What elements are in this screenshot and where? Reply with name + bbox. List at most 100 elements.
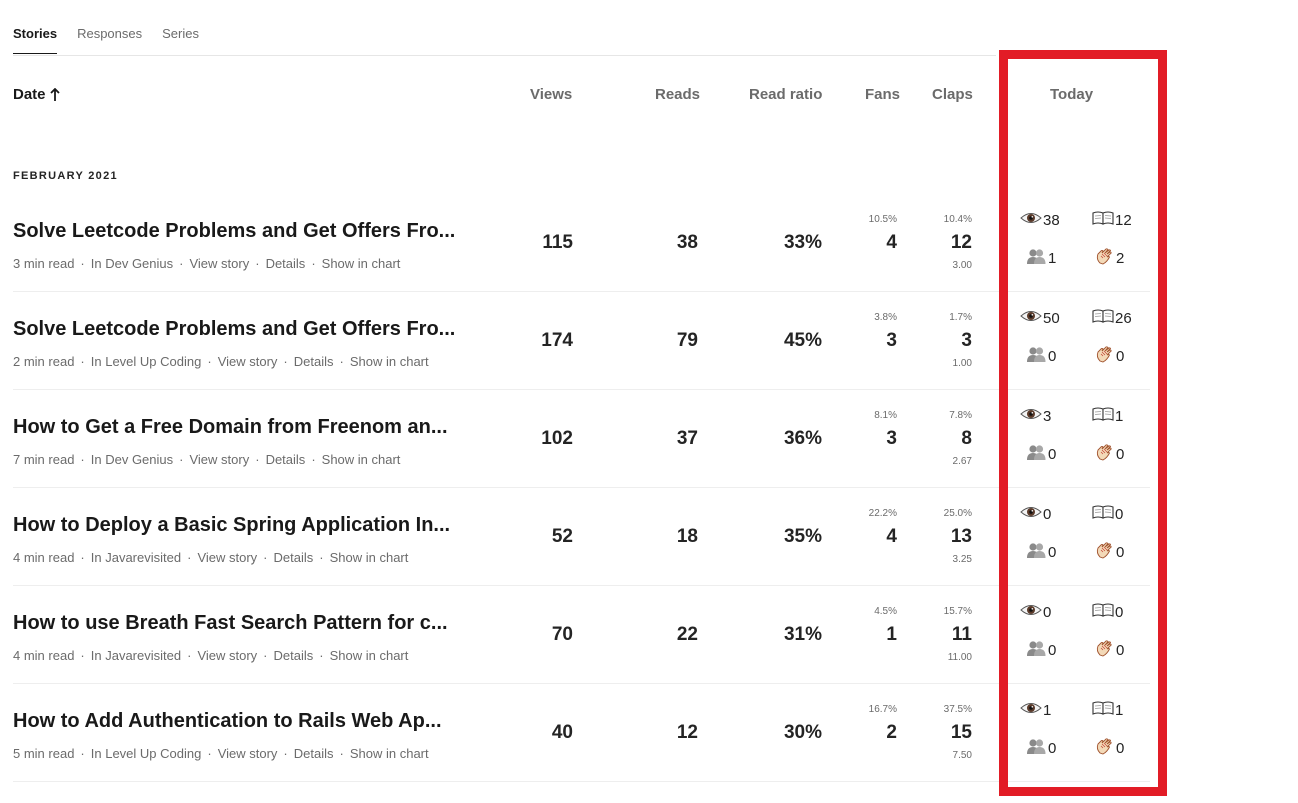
clap-icon [1095,639,1116,661]
publication-link[interactable]: In Javarevisited [91,550,181,565]
show-in-chart-link[interactable]: Show in chart [330,550,409,565]
show-in-chart-link[interactable]: Show in chart [330,648,409,663]
today-reads-value: 0 [1115,505,1124,523]
row-divider [13,781,1150,782]
views-value: 70 [551,624,573,645]
details-link[interactable]: Details [274,648,314,663]
story-title[interactable]: Solve Leetcode Problems and Get Offers F… [13,318,455,341]
book-icon [1092,701,1115,719]
claps-per-fan: 3.25 [952,554,972,565]
reads-value: 79 [676,330,698,351]
read-ratio-value: 30% [783,722,822,743]
view-story-link[interactable]: View story [189,452,249,467]
today-header: Today [1050,86,1094,103]
story-title[interactable]: How to use Breath Fast Search Pattern fo… [13,612,448,635]
views-header: Views [530,86,573,103]
read-time: 5 min read [13,746,75,761]
tab-stories[interactable]: Stories [13,26,58,54]
book-icon [1092,309,1115,327]
details-link[interactable]: Details [266,452,306,467]
today-claps-stat: 2 [1095,247,1124,269]
view-story-link[interactable]: View story [197,550,257,565]
read-time: 4 min read [13,648,75,663]
today-fans-value: 1 [1048,249,1057,267]
story-title[interactable]: How to Deploy a Basic Spring Application… [13,514,450,537]
show-in-chart-link[interactable]: Show in chart [322,452,401,467]
fans-header: Fans [865,86,901,103]
claps-percent: 25.0% [943,508,972,519]
today-fans-value: 0 [1048,543,1057,561]
claps-per-fan: 11.00 [947,652,972,663]
publication-link[interactable]: In Dev Genius [91,256,173,271]
publication-link[interactable]: In Dev Genius [91,452,173,467]
fans-percent: 8.1% [874,410,897,421]
today-claps-value: 0 [1116,543,1125,561]
story-title[interactable]: How to Get a Free Domain from Freenom an… [13,416,448,439]
publication-link[interactable]: In Level Up Coding [91,354,202,369]
claps-value: 8 [961,428,972,449]
views-value: 52 [551,526,573,547]
today-fans-stat: 0 [1025,542,1056,562]
publication-link[interactable]: In Javarevisited [91,648,181,663]
today-views-value: 0 [1043,505,1052,523]
today-fans-value: 0 [1048,641,1057,659]
show-in-chart-link[interactable]: Show in chart [322,256,401,271]
today-fans-stat: 1 [1025,248,1056,268]
show-in-chart-link[interactable]: Show in chart [350,746,429,761]
today-reads-stat: 1 [1092,701,1123,719]
publication-link[interactable]: In Level Up Coding [91,746,202,761]
fans-percent: 16.7% [868,704,897,715]
story-title[interactable]: Solve Leetcode Problems and Get Offers F… [13,220,455,243]
today-reads-stat: 0 [1092,603,1123,621]
today-claps-value: 0 [1116,739,1125,757]
claps-per-fan: 7.50 [952,750,972,761]
views-value: 174 [541,330,573,351]
today-views-stat: 38 [1020,211,1060,229]
book-icon [1092,211,1115,229]
details-link[interactable]: Details [294,746,334,761]
view-story-link[interactable]: View story [197,648,257,663]
story-meta: 4 min read · In Javarevisited · View story… [13,550,409,565]
clap-icon [1095,737,1116,759]
today-fans-value: 0 [1048,347,1057,365]
read-ratio-value: 36% [783,428,822,449]
details-link[interactable]: Details [266,256,306,271]
story-row: Solve Leetcode Problems and Get Offers F… [0,194,1150,292]
clap-icon [1095,345,1116,367]
today-fans-stat: 0 [1025,640,1056,660]
fans-icon [1025,346,1048,366]
story-title[interactable]: How to Add Authentication to Rails Web A… [13,710,442,733]
fans-icon [1025,444,1048,464]
today-views-stat: 0 [1020,505,1051,523]
tab-series[interactable]: Series [162,26,199,54]
stats-tabs: Stories Responses Series [13,26,199,54]
reads-value: 18 [676,526,698,547]
today-views-stat: 3 [1020,407,1051,425]
book-icon [1092,603,1115,621]
claps-percent: 15.7% [943,606,972,617]
view-story-link[interactable]: View story [218,354,278,369]
eye-icon [1020,407,1043,425]
read-time: 3 min read [13,256,75,271]
view-story-link[interactable]: View story [218,746,278,761]
today-reads-value: 1 [1115,701,1124,719]
views-value: 40 [551,722,573,743]
details-link[interactable]: Details [294,354,334,369]
read-time: 4 min read [13,550,75,565]
date-header-label: Date [13,86,46,103]
today-claps-value: 0 [1116,641,1125,659]
date-sort-header[interactable]: Date [13,86,60,103]
details-link[interactable]: Details [274,550,314,565]
tab-responses[interactable]: Responses [77,26,142,54]
book-icon [1092,505,1115,523]
today-views-stat: 0 [1020,603,1051,621]
view-story-link[interactable]: View story [189,256,249,271]
clap-icon [1095,443,1116,465]
read-time: 2 min read [13,354,75,369]
story-meta: 7 min read · In Dev Genius · View story · D… [13,452,401,467]
eye-icon [1020,603,1043,621]
today-views-value: 1 [1043,701,1052,719]
claps-value: 11 [951,624,972,645]
claps-value: 3 [961,330,972,351]
show-in-chart-link[interactable]: Show in chart [350,354,429,369]
